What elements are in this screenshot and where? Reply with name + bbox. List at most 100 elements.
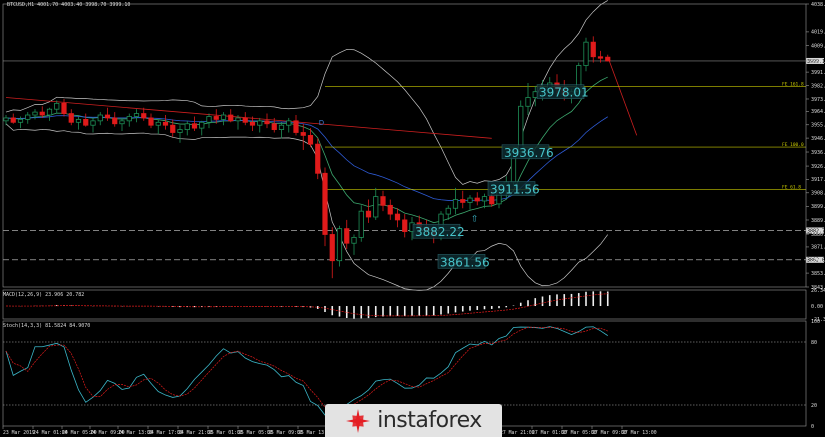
macd-tick-label: 0.00	[811, 304, 823, 310]
candle-body	[213, 116, 219, 120]
candle-body	[112, 117, 118, 125]
y-tick-label: 4038.20	[811, 2, 825, 8]
trading-chart: 3999.10FE 161.8FE 100.0FE 61.83882.76386…	[2, 0, 825, 436]
projection-line	[607, 56, 638, 136]
y-tick-label: 4019.05	[811, 30, 825, 36]
candle-body	[17, 118, 24, 123]
candle-body	[126, 116, 132, 122]
candle-body	[322, 172, 328, 235]
candle-body	[394, 213, 401, 221]
candle-body	[380, 196, 386, 206]
candle-body	[25, 114, 31, 120]
x-tick-label: 27 Mar 13:00	[622, 430, 657, 436]
candle-body	[257, 120, 263, 126]
down-marker: D	[319, 119, 324, 127]
macd-tick-label: 26.348	[811, 288, 825, 294]
candle-body	[184, 123, 190, 130]
x-tick-label: 23 Mar 2019	[3, 430, 35, 436]
y-tick-label: 3862.60	[811, 258, 825, 264]
candle-body	[148, 117, 154, 126]
y-tick-label: 3899.25	[811, 204, 825, 210]
candle-body	[336, 228, 343, 262]
candle-body	[90, 120, 96, 126]
candle-body	[199, 121, 205, 129]
candle-body	[119, 120, 125, 125]
y-tick-label: 3908.60	[811, 191, 825, 197]
macd-signal-line	[5, 293, 608, 317]
main-pane-border	[2, 3, 807, 288]
candle-body	[307, 135, 314, 145]
y-tick-label: 3999.10	[811, 59, 825, 65]
x-tick-label: 27 Mar 21:00	[500, 430, 535, 436]
candle-body	[467, 197, 473, 203]
y-tick-label: 3991.45	[811, 70, 825, 76]
candle-body	[387, 204, 393, 215]
candle-body	[373, 196, 379, 218]
candle-body	[3, 117, 9, 122]
logo-star-icon	[346, 408, 371, 433]
candle-body	[481, 196, 488, 202]
price-annotation: 3882.22	[415, 225, 465, 239]
candle-body	[242, 117, 248, 123]
y-tick-label: 3926.95	[811, 164, 825, 170]
y-tick-label: 3917.80	[811, 177, 825, 183]
candle-body	[39, 111, 45, 116]
candle-body	[474, 197, 480, 202]
y-tick-label: 3880.25	[811, 232, 825, 238]
candle-body	[278, 124, 285, 130]
stoch-tick-label: 100	[811, 319, 820, 325]
candle-body	[460, 199, 466, 203]
stoch-tick-label: 20	[811, 403, 817, 409]
y-tick-label: 3871.45	[811, 245, 825, 251]
candle-body	[191, 123, 198, 129]
instaforex-logo: instaforex	[325, 404, 502, 437]
candle-body	[315, 143, 321, 174]
y-tick-label: 3982.25	[811, 83, 825, 89]
candle-body	[206, 116, 212, 123]
candle-body	[61, 102, 67, 114]
stoch-info: Stoch(14,3,3) 81.5824 84.9070	[3, 323, 91, 329]
up-arrow-marker: ⇧	[471, 214, 479, 224]
candle-body	[264, 120, 270, 125]
logo-text: instaforex	[377, 408, 482, 433]
fib-label: FE 61.8	[782, 184, 801, 190]
fib-label: FE 161.8	[782, 82, 804, 88]
candle-body	[358, 210, 364, 238]
price-annotation: 3911.56	[490, 182, 540, 196]
candle-body	[329, 234, 335, 262]
candle-body	[155, 121, 161, 126]
candle-body	[104, 114, 111, 119]
candle-body	[344, 228, 350, 244]
y-tick-label: 3964.45	[811, 109, 825, 115]
candle-body	[271, 123, 277, 130]
candle-body	[228, 114, 234, 122]
candle-body	[68, 113, 74, 123]
candle-body	[351, 236, 357, 244]
y-tick-label: 4009.70	[811, 43, 825, 49]
candle-body	[141, 113, 147, 119]
y-tick-label: 3946.15	[811, 136, 825, 142]
candle-body	[32, 111, 38, 116]
candle-body	[54, 102, 60, 110]
price-annotation: 3861.56	[440, 255, 490, 269]
candle-body	[46, 108, 53, 116]
candle-body	[300, 132, 306, 136]
candle-body	[170, 124, 176, 133]
candle-body	[133, 113, 140, 117]
candle-body	[97, 114, 103, 122]
candle-body	[75, 118, 82, 123]
candle-body	[489, 196, 495, 205]
candle-body	[590, 41, 596, 58]
candle-body	[597, 56, 604, 59]
candle-body	[365, 210, 372, 218]
candle-body	[293, 120, 299, 133]
y-tick-label: 3955.30	[811, 123, 825, 129]
candle-body	[177, 129, 183, 133]
price-annotation: 3978.01	[539, 86, 589, 100]
candle-body	[583, 41, 589, 66]
macd-info: MACD(12,26,9) 23.906 20.782	[3, 292, 85, 298]
candle-body	[445, 207, 451, 215]
candle-body	[235, 117, 241, 122]
candle-body	[525, 97, 531, 107]
candle-body	[605, 56, 611, 62]
